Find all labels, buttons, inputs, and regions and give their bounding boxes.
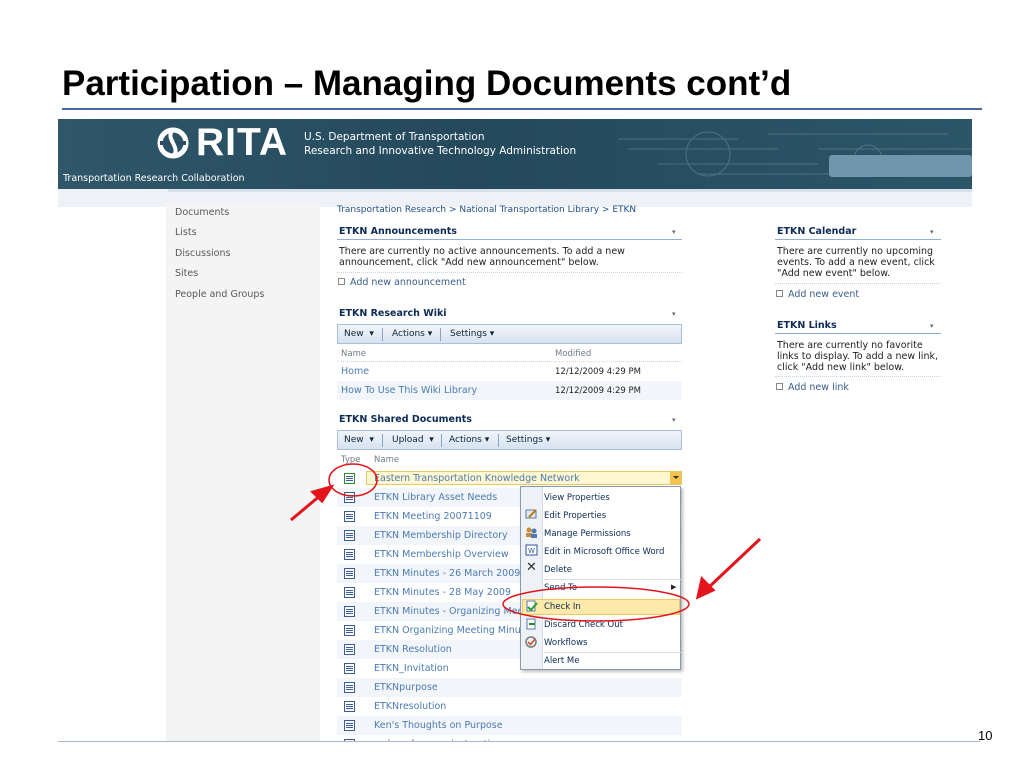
annotation-layer [290, 463, 762, 622]
arrow-to-check-in [695, 537, 762, 600]
check-in-highlight-circle [502, 586, 690, 622]
page-number: 10 [978, 728, 993, 743]
footer-rule [58, 741, 980, 742]
type-icon-highlight-circle [328, 463, 378, 497]
arrow-to-type-icon [290, 484, 335, 522]
